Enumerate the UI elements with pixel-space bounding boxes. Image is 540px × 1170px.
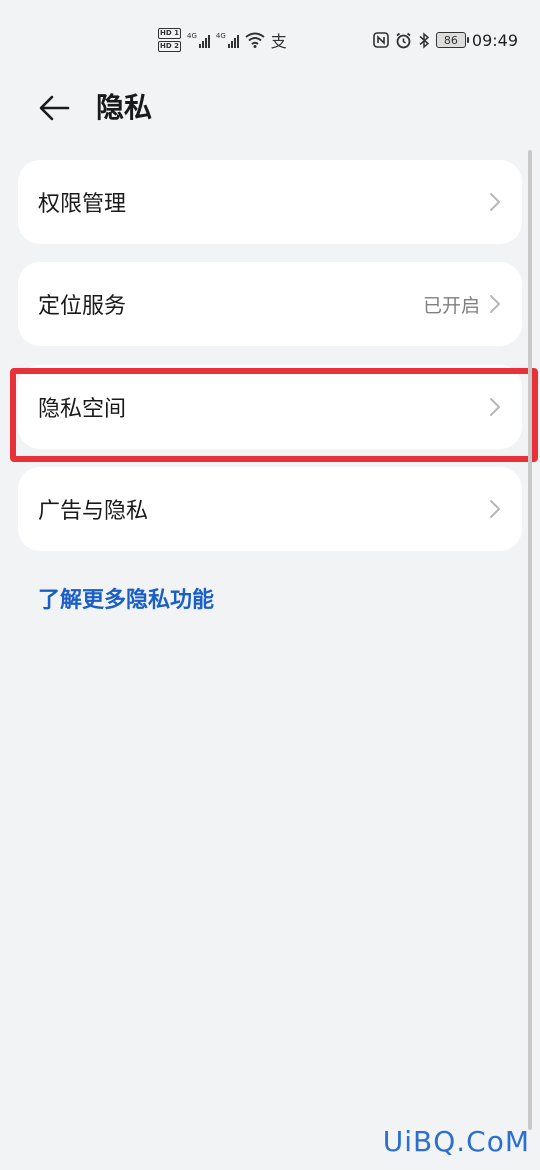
- page-title: 隐私: [96, 91, 153, 124]
- nfc-icon: [373, 32, 389, 48]
- alipay-icon: 支: [270, 32, 287, 51]
- chevron-right-icon: [490, 500, 500, 518]
- menu-item-right: [480, 191, 502, 213]
- hd1-badge: HD 1: [158, 28, 181, 39]
- status-right: 86 09:49: [373, 26, 518, 54]
- hd-indicators: HD 1 HD 2: [158, 28, 181, 52]
- status-bar: HD 1 HD 2 4G 4G 支 86 09:49: [0, 0, 540, 80]
- menu-item-label: 隐私空间: [38, 397, 127, 422]
- more-privacy-link[interactable]: 了解更多隐私功能: [38, 582, 214, 614]
- page-header: 隐私: [0, 80, 540, 136]
- menu-item-ads-privacy[interactable]: 广告与隐私: [18, 467, 522, 551]
- alarm-icon: [396, 32, 411, 48]
- clock: 09:49: [471, 30, 518, 50]
- menu-item-right: [480, 498, 502, 520]
- network-type-2: 4G: [215, 32, 226, 40]
- menu-item-location[interactable]: 定位服务 已开启: [18, 262, 522, 346]
- watermark: UiBQ.CoM: [382, 1125, 530, 1158]
- menu-item-right: [480, 396, 502, 418]
- status-left: HD 1 HD 2 4G 4G 支: [158, 26, 287, 54]
- menu-item-label: 定位服务: [38, 294, 127, 319]
- scrollbar[interactable]: [528, 150, 532, 1130]
- back-button[interactable]: [34, 88, 74, 128]
- signal-icon-sim1: 4G: [187, 32, 210, 48]
- menu-item-label: 权限管理: [38, 192, 127, 217]
- signal-icon-sim2: 4G: [216, 32, 239, 48]
- menu-item-permissions[interactable]: 权限管理: [18, 160, 522, 244]
- wifi-icon: [245, 32, 265, 48]
- chevron-right-icon: [490, 193, 500, 211]
- network-type-1: 4G: [186, 32, 197, 40]
- hd2-badge: HD 2: [158, 41, 181, 52]
- menu-item-private-space[interactable]: 隐私空间: [18, 365, 522, 449]
- chevron-right-icon: [490, 398, 500, 416]
- menu-item-label: 广告与隐私: [38, 499, 149, 524]
- arrow-left-icon: [39, 95, 70, 121]
- menu-item-value: 已开启: [422, 294, 480, 317]
- chevron-right-icon: [490, 295, 500, 313]
- bluetooth-icon: [419, 31, 430, 49]
- menu-item-right: 已开启: [423, 291, 502, 318]
- battery-icon: 86: [435, 32, 469, 48]
